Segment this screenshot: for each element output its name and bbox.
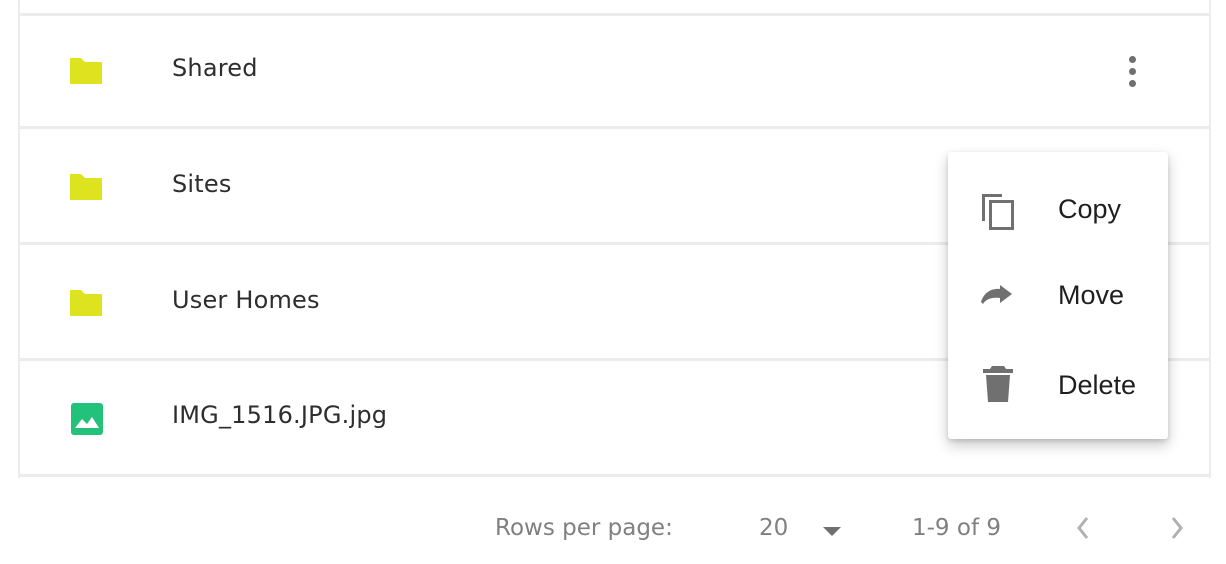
previous-page-button[interactable] bbox=[1068, 508, 1098, 548]
image-icon bbox=[71, 403, 103, 435]
move-menu-item[interactable]: Move bbox=[948, 254, 1168, 340]
delete-label[interactable]: Delete bbox=[1058, 370, 1136, 401]
file-name[interactable]: User Homes bbox=[172, 286, 320, 314]
folder-icon bbox=[70, 174, 102, 200]
context-menu: Copy Move Delete bbox=[948, 152, 1168, 439]
folder-icon bbox=[70, 58, 102, 84]
pagination-range: 1-9 of 9 bbox=[912, 515, 1001, 541]
rows-per-page-value[interactable]: 20 bbox=[759, 515, 788, 541]
copy-menu-item[interactable]: Copy bbox=[948, 168, 1168, 254]
rows-per-page-select[interactable]: 20 bbox=[752, 508, 852, 550]
file-name[interactable]: Shared bbox=[172, 54, 258, 82]
folder-icon bbox=[70, 290, 102, 316]
move-icon bbox=[981, 285, 1012, 304]
chevron-left-icon bbox=[1077, 517, 1089, 539]
dropdown-arrow-icon bbox=[823, 527, 841, 536]
delete-menu-item[interactable]: Delete bbox=[948, 340, 1168, 426]
chevron-right-icon bbox=[1171, 517, 1183, 539]
next-page-button[interactable] bbox=[1162, 508, 1192, 548]
file-browser: Shared Sites User Homes IMG_1516.JPG.jpg… bbox=[0, 0, 1226, 564]
file-name[interactable]: IMG_1516.JPG.jpg bbox=[172, 401, 387, 429]
more-options-icon[interactable] bbox=[1118, 52, 1148, 92]
trash-icon bbox=[983, 366, 1013, 402]
copy-label[interactable]: Copy bbox=[1058, 194, 1121, 225]
rows-per-page-label: Rows per page: bbox=[495, 515, 673, 541]
table-row[interactable] bbox=[20, 0, 1209, 16]
table-row[interactable]: Shared bbox=[20, 16, 1209, 129]
copy-icon bbox=[982, 194, 1014, 230]
move-label[interactable]: Move bbox=[1058, 280, 1124, 311]
file-name[interactable]: Sites bbox=[172, 170, 232, 198]
